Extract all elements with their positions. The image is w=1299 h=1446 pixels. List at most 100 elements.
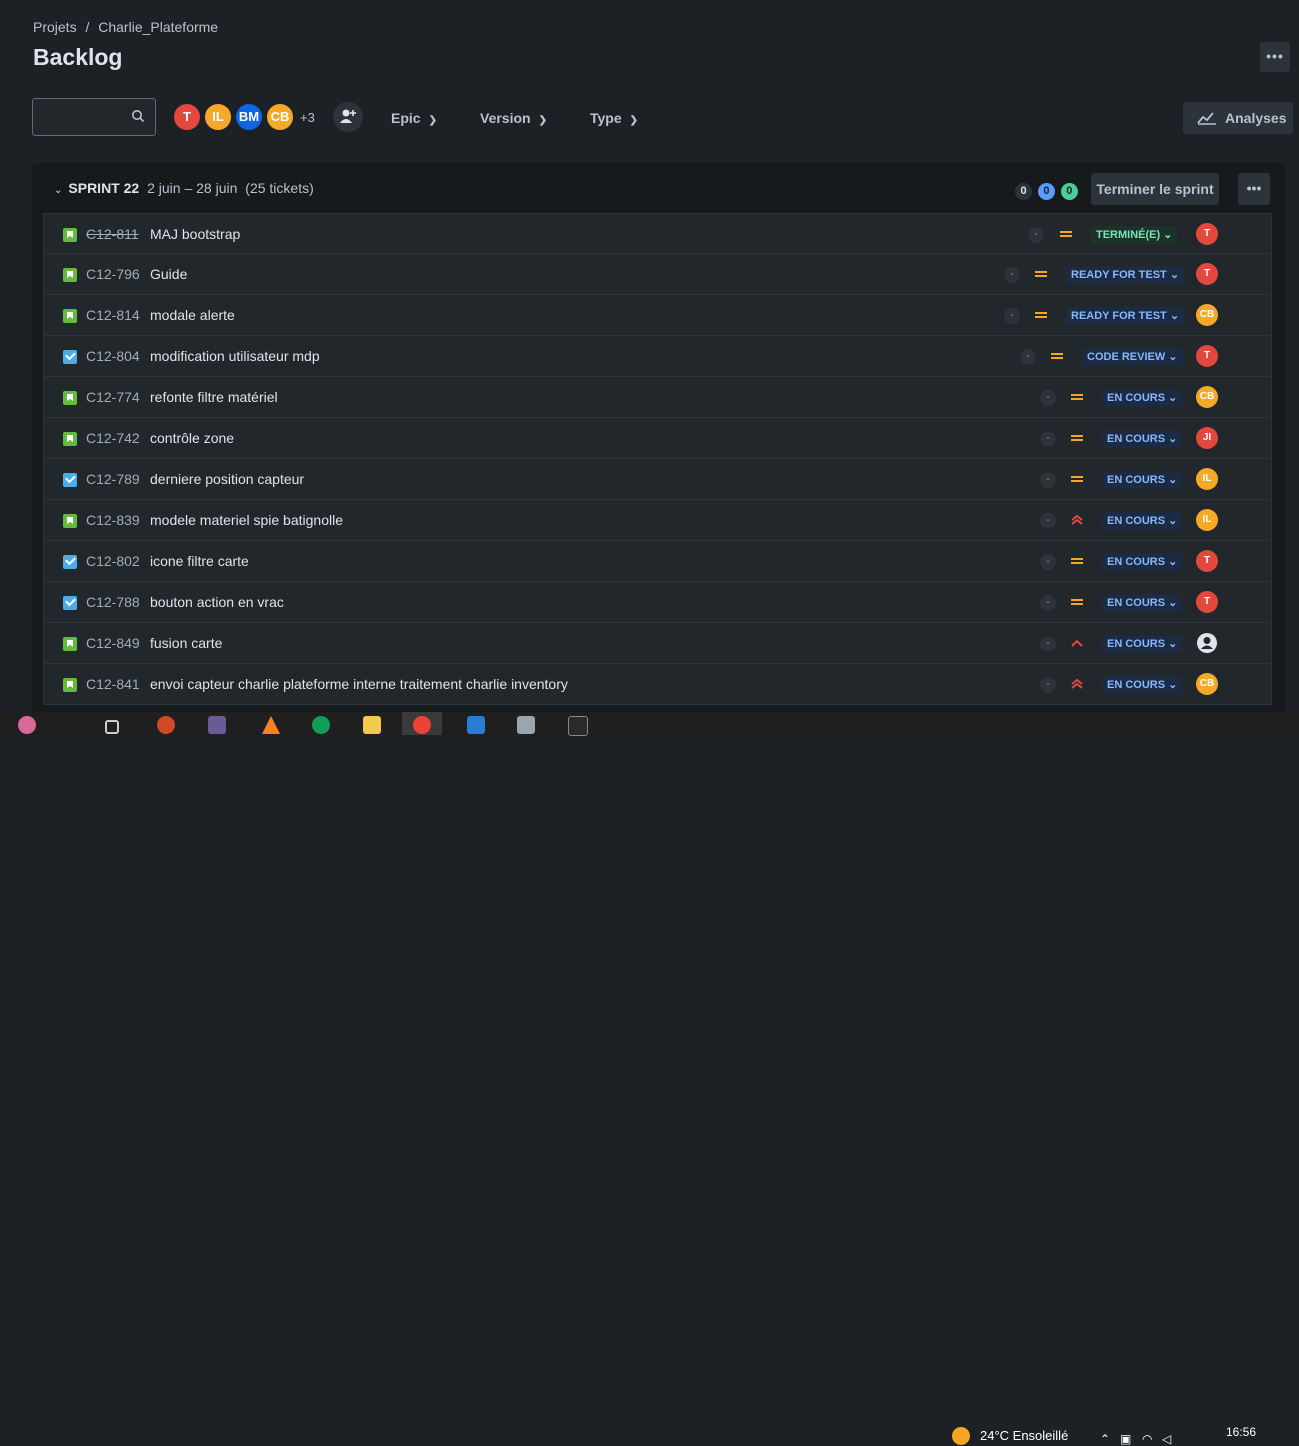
version-filter-button[interactable]: Version ❯	[480, 103, 547, 133]
status-dropdown[interactable]: CODE REVIEW ⌄	[1082, 348, 1183, 366]
story-points-badge[interactable]: -	[1040, 431, 1056, 447]
issue-row[interactable]: C12-814 modale alerte - READY FOR TEST ⌄ CB	[43, 295, 1272, 336]
assignee-avatar[interactable]: IL	[1196, 468, 1218, 490]
issue-summary[interactable]: modification utilisateur mdp	[150, 348, 320, 364]
issue-summary[interactable]: Guide	[150, 266, 187, 282]
issue-summary[interactable]: fusion carte	[150, 635, 222, 651]
issue-summary[interactable]: bouton action en vrac	[150, 594, 284, 610]
more-avatars-count[interactable]: +3	[300, 110, 315, 125]
unassigned-user-icon[interactable]	[1196, 632, 1218, 654]
status-dropdown[interactable]: EN COURS ⌄	[1102, 512, 1183, 530]
more-actions-button[interactable]: •••	[1260, 42, 1290, 72]
story-points-badge[interactable]: -	[1040, 677, 1056, 693]
issue-row[interactable]: C12-742 contrôle zone - EN COURS ⌄ JI	[43, 418, 1272, 459]
issue-row[interactable]: C12-804 modification utilisateur mdp - CODE…	[43, 336, 1272, 377]
avatar[interactable]: CB	[265, 102, 295, 132]
breadcrumb-project[interactable]: Charlie_Plateforme	[98, 19, 218, 35]
issue-key[interactable]: C12-849	[86, 635, 140, 651]
story-points-badge[interactable]: -	[1028, 227, 1044, 243]
story-points-badge[interactable]: -	[1004, 267, 1020, 283]
issue-summary[interactable]: icone filtre carte	[150, 553, 249, 569]
add-people-button[interactable]	[333, 102, 363, 132]
file-explorer-icon[interactable]	[363, 716, 381, 734]
notepad-icon[interactable]	[517, 716, 535, 734]
issue-key[interactable]: C12-789	[86, 471, 140, 487]
assignee-avatar[interactable]: IL	[1196, 509, 1218, 531]
issue-key[interactable]: C12-742	[86, 430, 140, 446]
vlc-icon[interactable]	[262, 716, 280, 734]
issue-key[interactable]: C12-802	[86, 553, 140, 569]
issue-row[interactable]: C12-788 bouton action en vrac - EN COURS ⌄ T	[43, 582, 1272, 623]
issue-row[interactable]: C12-789 derniere position capteur - EN COUR…	[43, 459, 1272, 500]
story-points-badge[interactable]: -	[1040, 472, 1056, 488]
paint-icon[interactable]	[208, 716, 226, 734]
issue-key[interactable]: C12-811	[86, 226, 139, 242]
story-points-badge[interactable]: -	[1040, 636, 1056, 652]
issue-summary[interactable]: modale alerte	[150, 307, 235, 323]
issue-summary[interactable]: envoi capteur charlie plateforme interne…	[150, 676, 568, 692]
type-filter-button[interactable]: Type ❯	[590, 103, 638, 133]
assignee-avatar[interactable]: CB	[1196, 386, 1218, 408]
issue-key[interactable]: C12-814	[86, 307, 140, 323]
status-dropdown[interactable]: EN COURS ⌄	[1102, 594, 1183, 612]
avatar[interactable]: IL	[203, 102, 233, 132]
word-icon[interactable]	[467, 716, 485, 734]
issue-row[interactable]: C12-839 modele materiel spie batignolle - E…	[43, 500, 1272, 541]
story-points-badge[interactable]: -	[1020, 349, 1036, 365]
status-dropdown[interactable]: EN COURS ⌄	[1102, 389, 1183, 407]
assignee-avatar[interactable]: CB	[1196, 304, 1218, 326]
issue-key[interactable]: C12-796	[86, 266, 140, 282]
issue-summary[interactable]: contrôle zone	[150, 430, 234, 446]
issue-key[interactable]: C12-804	[86, 348, 140, 364]
end-sprint-button[interactable]: Terminer le sprint	[1091, 173, 1219, 205]
widgets-icon[interactable]	[18, 716, 36, 734]
notion-icon[interactable]	[568, 716, 588, 736]
status-dropdown[interactable]: EN COURS ⌄	[1102, 676, 1183, 694]
status-dropdown[interactable]: READY FOR TEST ⌄	[1066, 307, 1185, 325]
story-points-badge[interactable]: -	[1004, 308, 1020, 324]
analyses-button[interactable]: Analyses	[1183, 102, 1293, 134]
volume-icon[interactable]: ◁	[1162, 1432, 1171, 1446]
status-dropdown[interactable]: EN COURS ⌄	[1102, 635, 1183, 653]
status-dropdown[interactable]: TERMINÉ(E) ⌄	[1091, 226, 1178, 244]
search-input[interactable]	[32, 98, 156, 136]
issue-summary[interactable]: MAJ bootstrap	[150, 226, 240, 242]
display-icon[interactable]: ▣	[1120, 1432, 1131, 1446]
story-points-badge[interactable]: -	[1040, 390, 1056, 406]
issue-key[interactable]: C12-841	[86, 676, 140, 692]
issue-key[interactable]: C12-839	[86, 512, 140, 528]
assignee-avatar[interactable]: T	[1196, 591, 1218, 613]
status-dropdown[interactable]: EN COURS ⌄	[1102, 471, 1183, 489]
story-points-badge[interactable]: -	[1040, 554, 1056, 570]
assignee-avatar[interactable]: JI	[1196, 427, 1218, 449]
task-view-icon[interactable]	[105, 720, 119, 734]
wifi-icon[interactable]: ◠	[1142, 1432, 1152, 1446]
sprint-more-button[interactable]: •••	[1238, 173, 1270, 205]
chevron-up-icon[interactable]: ⌃	[1100, 1432, 1110, 1446]
assignee-avatar[interactable]: CB	[1196, 673, 1218, 695]
issue-row[interactable]: C12-849 fusion carte - EN COURS ⌄	[43, 623, 1272, 664]
sprint-header[interactable]: ⌄ SPRINT 22 2 juin – 28 juin (25 tickets)…	[32, 163, 1285, 213]
issue-summary[interactable]: modele materiel spie batignolle	[150, 512, 343, 528]
issue-row[interactable]: C12-841 envoi capteur charlie plateforme …	[43, 664, 1272, 705]
status-dropdown[interactable]: EN COURS ⌄	[1102, 430, 1183, 448]
edge-icon[interactable]	[312, 716, 330, 734]
status-dropdown[interactable]: READY FOR TEST ⌄	[1066, 266, 1185, 284]
issue-row[interactable]: C12-811 MAJ bootstrap - TERMINÉ(E) ⌄ T	[43, 213, 1272, 254]
story-points-badge[interactable]: -	[1040, 595, 1056, 611]
chrome-icon[interactable]	[413, 716, 431, 734]
issue-row[interactable]: C12-796 Guide - READY FOR TEST ⌄ T	[43, 254, 1272, 295]
status-dropdown[interactable]: EN COURS ⌄	[1102, 553, 1183, 571]
breadcrumb-root[interactable]: Projets	[33, 19, 77, 35]
assignee-avatar[interactable]: T	[1196, 263, 1218, 285]
assignee-avatar[interactable]: T	[1196, 223, 1218, 245]
issue-summary[interactable]: derniere position capteur	[150, 471, 304, 487]
assignee-avatar[interactable]: T	[1196, 345, 1218, 367]
issue-key[interactable]: C12-788	[86, 594, 140, 610]
issue-summary[interactable]: refonte filtre matériel	[150, 389, 278, 405]
assignee-avatar[interactable]: T	[1196, 550, 1218, 572]
epic-filter-button[interactable]: Epic ❯	[391, 103, 437, 133]
avatar[interactable]: T	[172, 102, 202, 132]
sprint-title[interactable]: ⌄ SPRINT 22 2 juin – 28 juin (25 tickets)	[54, 180, 314, 196]
issue-key[interactable]: C12-774	[86, 389, 140, 405]
